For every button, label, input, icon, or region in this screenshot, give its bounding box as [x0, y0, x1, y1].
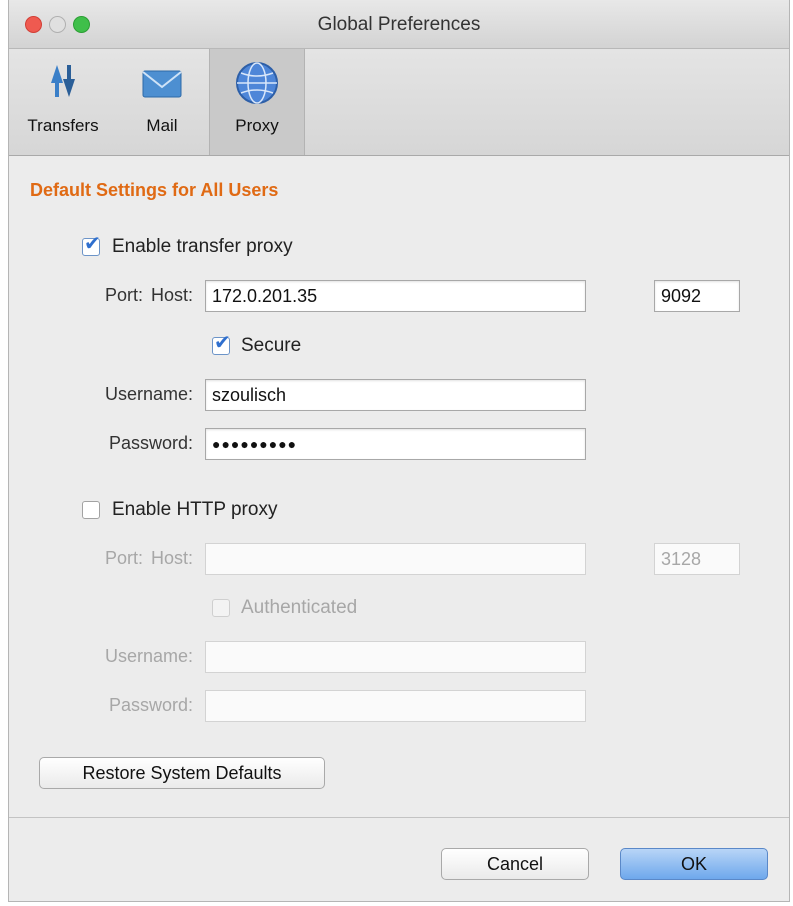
authenticated-label[interactable]: Authenticated [241, 597, 357, 619]
authenticated-checkbox[interactable] [212, 599, 230, 617]
enable-transfer-proxy-checkbox[interactable]: ✔ [82, 234, 101, 256]
http-username-input[interactable] [205, 641, 586, 673]
section-title: Default Settings for All Users [30, 180, 279, 200]
tab-mail[interactable]: Mail [121, 49, 203, 155]
http-username-label: Username: [104, 646, 193, 666]
enable-transfer-proxy-label[interactable]: Enable transfer proxy [112, 236, 293, 258]
transfer-port-input[interactable]: 9092 [654, 280, 740, 312]
tab-transfers[interactable]: Transfers [17, 49, 109, 155]
tab-proxy[interactable]: Proxy [209, 49, 305, 155]
transfer-port-label: Port: [104, 285, 143, 305]
http-host-input[interactable] [205, 543, 586, 575]
footer-divider [9, 817, 789, 818]
mail-envelope-icon [139, 59, 185, 108]
transfer-username-input[interactable]: szoulisch [205, 379, 586, 411]
checkmark-icon: ✔ [214, 332, 231, 354]
http-port-input[interactable]: 3128 [654, 543, 740, 575]
restore-defaults-button[interactable]: Restore System Defaults [39, 757, 325, 789]
http-port-label: Port: [104, 548, 143, 568]
http-password-label: Password: [108, 695, 193, 715]
globe-icon [233, 59, 281, 112]
ok-button[interactable]: OK [620, 848, 768, 880]
tab-transfers-label: Transfers [27, 116, 99, 135]
secure-checkbox[interactable]: ✔ [212, 333, 231, 355]
secure-label[interactable]: Secure [241, 335, 301, 357]
transfer-password-label: Password: [108, 433, 193, 453]
preferences-window: Global Preferences Transfers Mail Proxy … [8, 0, 790, 902]
cancel-button[interactable]: Cancel [441, 848, 589, 880]
enable-http-proxy-checkbox[interactable] [82, 501, 100, 519]
title-bar[interactable]: Global Preferences [9, 0, 789, 49]
transfer-password-input[interactable]: ●●●●●●●●● [205, 428, 586, 460]
tab-proxy-label: Proxy [235, 116, 279, 135]
enable-http-proxy-label[interactable]: Enable HTTP proxy [112, 499, 277, 521]
transfer-username-label: Username: [104, 384, 193, 404]
checkmark-icon: ✔ [84, 233, 101, 255]
preferences-toolbar: Transfers Mail Proxy [9, 49, 789, 156]
tab-mail-label: Mail [146, 116, 178, 135]
window-title: Global Preferences [317, 14, 481, 35]
transfer-host-input[interactable]: 172.0.201.35 [205, 280, 586, 312]
transfer-arrows-icon [41, 59, 85, 108]
http-password-input[interactable] [205, 690, 586, 722]
